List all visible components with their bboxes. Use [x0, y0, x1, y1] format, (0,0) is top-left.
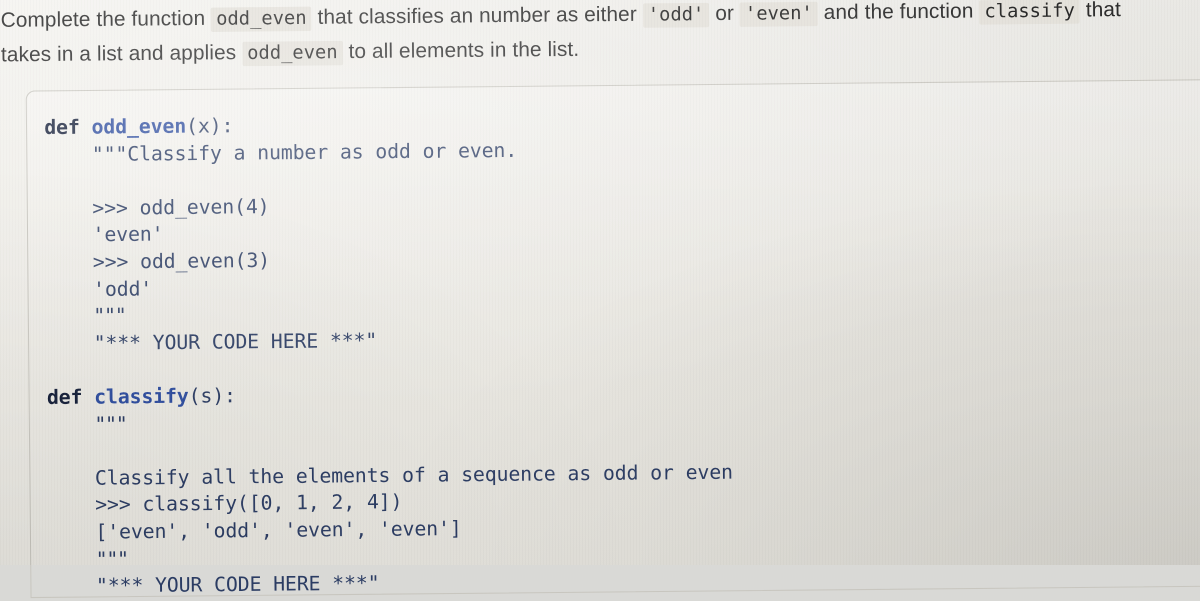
inline-code-odd-even-2: odd_even	[241, 40, 343, 67]
inline-code-odd-literal: 'odd'	[642, 2, 710, 28]
prompt-text-4: and the function	[823, 0, 974, 25]
inline-code-classify: classify	[979, 0, 1081, 25]
page-content: Complete the function odd_even that clas…	[0, 0, 1200, 599]
inline-code-odd-even-1: odd_even	[210, 6, 312, 32]
prompt-text-7: to all elements in the list.	[348, 37, 580, 64]
prompt-text-3: or	[715, 1, 735, 26]
prompt-text-6: takes in a list and applies	[0, 40, 237, 67]
prompt-text-1: Complete the function	[0, 6, 206, 32]
code-block[interactable]: def odd_even(x): """Classify a number as…	[44, 108, 734, 600]
prompt-text-5: that	[1085, 0, 1122, 22]
inline-code-even-literal: 'even'	[739, 1, 818, 27]
problem-statement: Complete the function odd_even that clas…	[0, 0, 1200, 73]
prompt-text-2: that classifies an number as either	[317, 2, 637, 29]
code-line: "*** YOUR CODE HERE ***"	[48, 571, 380, 598]
